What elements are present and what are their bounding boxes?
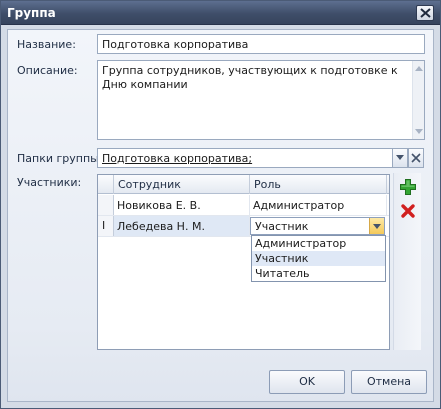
row-indicator: I xyxy=(98,216,114,236)
grid-header: Сотрудник Роль xyxy=(98,175,389,194)
role-combobox[interactable]: Участник xyxy=(250,217,385,235)
folders-clear-button[interactable] xyxy=(408,148,424,168)
employee-cell[interactable]: Лебедева Н. М. xyxy=(114,216,250,236)
name-value: Подготовка корпоратива xyxy=(102,38,249,51)
description-scrollbar[interactable] xyxy=(412,61,424,139)
description-value: Группа сотрудников, участвующих к подгот… xyxy=(102,64,398,91)
scroll-up-icon[interactable] xyxy=(415,66,423,71)
delete-participant-button[interactable] xyxy=(400,203,420,223)
title-bar[interactable]: Группа xyxy=(1,1,440,25)
column-header-employee[interactable]: Сотрудник xyxy=(114,175,250,194)
scroll-down-icon[interactable] xyxy=(415,129,423,134)
description-textarea[interactable]: Группа сотрудников, участвующих к подгот… xyxy=(97,60,425,140)
table-row[interactable]: Новикова Е. В. Администратор xyxy=(98,195,389,216)
folders-label: Папки группы: xyxy=(17,152,103,165)
role-option-reader[interactable]: Читатель xyxy=(252,266,385,281)
role-option-participant[interactable]: Участник xyxy=(252,251,385,266)
add-participant-button[interactable] xyxy=(399,178,419,198)
column-header-role[interactable]: Роль xyxy=(250,175,387,194)
description-label: Описание: xyxy=(17,64,78,77)
table-row[interactable]: I Лебедева Н. М. Участник xyxy=(98,216,389,237)
name-input[interactable]: Подготовка корпоратива xyxy=(97,34,425,54)
close-icon xyxy=(420,8,431,18)
role-cell[interactable]: Администратор xyxy=(250,195,387,215)
group-dialog: Группа Название: Подготовка корпоратива … xyxy=(0,0,441,409)
grid-actions-panel xyxy=(393,173,421,350)
chevron-down-icon xyxy=(396,155,404,160)
role-combobox-value: Участник xyxy=(255,220,309,233)
name-label: Название: xyxy=(17,38,76,51)
window-title: Группа xyxy=(7,6,56,20)
ok-button[interactable]: OK xyxy=(269,370,345,394)
role-dropdown-list: Администратор Участник Читатель xyxy=(251,235,386,282)
delete-icon xyxy=(401,204,415,218)
edit-cursor-icon: I xyxy=(102,219,106,232)
folders-dropdown-button[interactable] xyxy=(392,148,408,168)
chevron-down-icon xyxy=(373,224,381,229)
close-button[interactable] xyxy=(416,5,434,21)
role-dropdown-button[interactable] xyxy=(369,218,384,234)
role-option-admin[interactable]: Администратор xyxy=(252,236,385,251)
row-indicator xyxy=(98,195,114,215)
participants-label: Участники: xyxy=(17,176,82,189)
header-indicator-cell xyxy=(98,175,114,194)
employee-cell[interactable]: Новикова Е. В. xyxy=(114,195,250,215)
clear-icon xyxy=(411,153,421,163)
cancel-button[interactable]: Отмена xyxy=(351,370,427,394)
folders-field[interactable]: Подготовка корпоратива; xyxy=(97,148,393,168)
folders-link[interactable]: Подготовка корпоратива; xyxy=(102,152,252,165)
add-icon xyxy=(400,179,416,195)
